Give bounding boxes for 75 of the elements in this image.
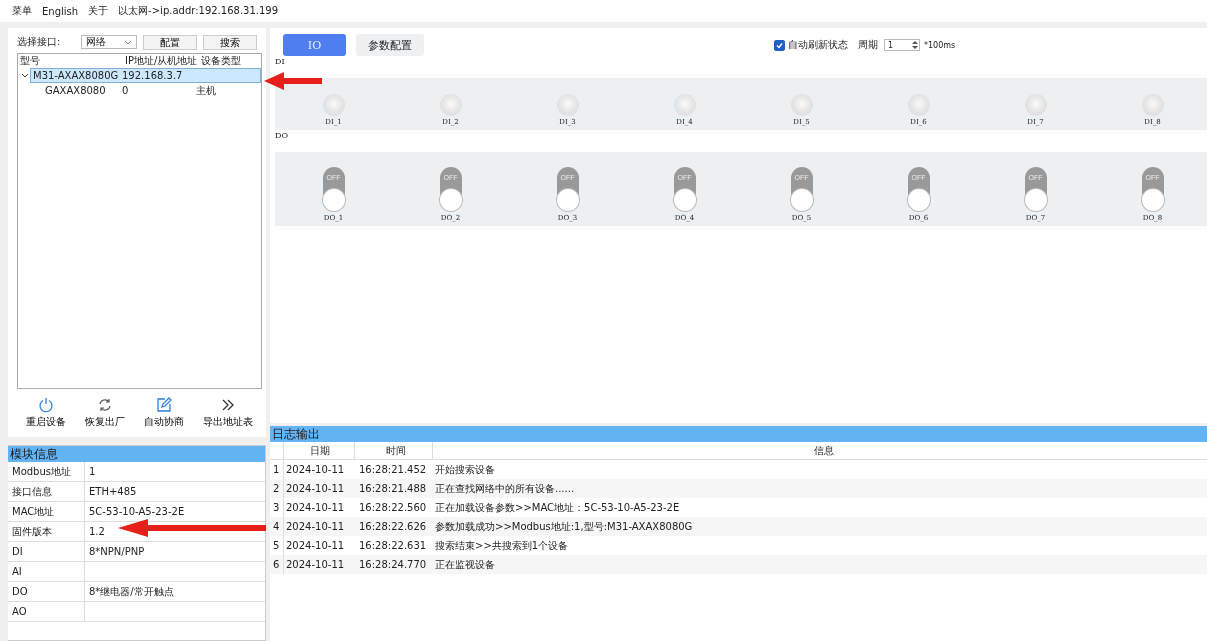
edit-icon (155, 397, 172, 413)
table-cell: MAC地址 (8, 502, 85, 521)
table-cell-text: 16:28:22.626 (358, 521, 428, 532)
action-button[interactable]: 重启设备 (22, 397, 71, 431)
toolbar-button[interactable]: 搜索 (203, 34, 257, 50)
table-cell: 参数加载成功>>Modbus地址:1,型号:M31-AXAX8080G (435, 519, 693, 534)
row-number: 6 (270, 555, 284, 574)
row-number: 4 (270, 517, 284, 536)
menu-item[interactable]: 关于 (88, 4, 109, 18)
table-cell: Modbus地址 (8, 462, 85, 481)
table-cell: 正在加载设备参数>>MAC地址：5C-53-10-A5-23-2E (435, 500, 680, 515)
column-header: 设备类型 (200, 54, 242, 68)
spin-arrows-icon (911, 39, 919, 51)
action-button[interactable]: 导出地址表 (198, 397, 257, 431)
table-cell-text: 1 (88, 466, 96, 477)
table-cell-text: 2024-10-11 (285, 483, 346, 494)
table-cell: 固件版本 (8, 522, 85, 541)
checkbox-label: 自动刷新状态 (788, 38, 848, 52)
row-number: 2 (270, 479, 284, 498)
table-cell-text: 8*继电器/常开触点 (88, 584, 174, 599)
tree-row[interactable]: GAXAX8080 0 主机 (30, 83, 261, 98)
table-cell: DI (8, 542, 85, 561)
tree-cell-text: 192.168.3.7 (122, 70, 184, 81)
table-cell-text: 16:28:22.631 (358, 540, 428, 551)
column-header: 日期 (284, 442, 355, 459)
tree-cell-text: M31-AXAX8080G (32, 70, 120, 81)
action-button[interactable]: 恢复出厂 (81, 397, 130, 431)
unit-label: *100ms (924, 40, 956, 50)
tree-cell-text: 主机 (196, 83, 217, 98)
tab[interactable]: 参数配置 (356, 34, 424, 56)
table-cell-text: 2024-10-11 (285, 521, 346, 532)
section-label: DO (275, 131, 288, 140)
column-header: 信息 (437, 442, 1207, 459)
period-label: 周期 (858, 38, 878, 52)
table-cell-text: 1.2 (88, 526, 105, 537)
table-cell-text: 2024-10-11 (285, 502, 346, 513)
table-cell-text: 16:28:22.560 (358, 502, 428, 513)
column-header: 时间 (355, 442, 433, 459)
table-cell-text: 16:28:21.488 (358, 483, 428, 494)
table-cell: DO (8, 582, 85, 601)
table-cell-text: ETH+485 (88, 486, 137, 497)
expand-caret-icon[interactable] (21, 71, 29, 80)
tree-cell-text: 0 (122, 85, 130, 96)
table-cell: 正在查找网络中的所有设备...... (435, 481, 575, 496)
menu-item[interactable]: 菜单 (12, 4, 32, 18)
panel-title: 模块信息 (8, 446, 265, 462)
checkbox[interactable] (774, 39, 785, 51)
table-cell-text: 2024-10-11 (285, 540, 346, 551)
period-spinbox[interactable]: 1 (884, 39, 920, 51)
table-cell-text: 2024-10-11 (285, 464, 346, 475)
table-cell: 开始搜索设备 (435, 462, 495, 477)
action-button[interactable]: 自动协商 (139, 397, 188, 431)
section-label: DI (275, 57, 285, 66)
panel-title: 日志输出 (270, 426, 1207, 442)
interface-label: 选择接口: (17, 35, 62, 49)
power-icon (38, 397, 55, 413)
toolbar-button[interactable]: 配置 (143, 34, 197, 50)
menu-item[interactable]: English (42, 5, 79, 17)
table-cell-text: 5C-53-10-A5-23-2E (88, 506, 185, 517)
tree-cell-text: GAXAX8080 (44, 85, 107, 96)
table-cell: 接口信息 (8, 482, 85, 501)
connection-status: 以太网->ip.addr:192.168.31.199 (118, 4, 279, 18)
interface-dropdown[interactable]: 网络 (81, 35, 137, 49)
column-header: 型号 (19, 54, 41, 68)
table-cell: AO (8, 602, 85, 621)
table-cell-text: 8*NPN/PNP (88, 546, 145, 557)
caret-icon (124, 39, 132, 45)
table-cell-text: 16:28:24.770 (358, 559, 428, 570)
table-cell-text: 2024-10-11 (285, 559, 346, 570)
column-header: IP地址/从机地址 (124, 54, 199, 68)
table-cell: 正在监视设备 (435, 557, 495, 572)
annotation-arrow (264, 71, 324, 91)
table-cell-text: 16:28:21.452 (358, 464, 428, 475)
table-cell: AI (8, 562, 85, 581)
table-cell: 搜索结束>>共搜索到1个设备 (435, 538, 569, 553)
